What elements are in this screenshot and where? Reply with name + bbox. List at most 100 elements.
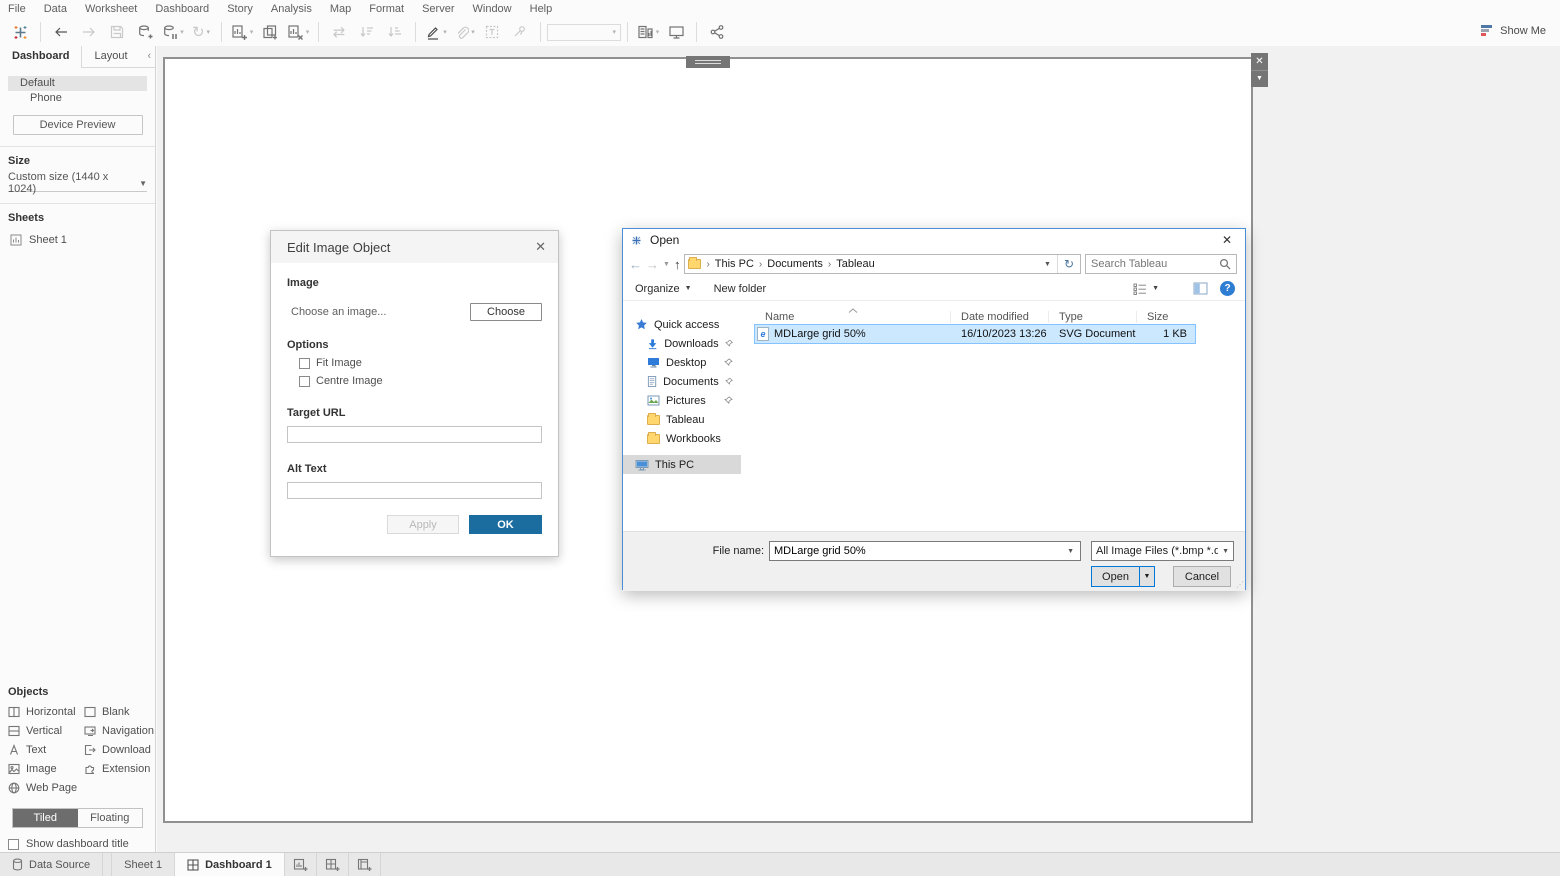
- device-preview-button[interactable]: Device Preview: [13, 115, 143, 135]
- column-size[interactable]: Size: [1137, 311, 1195, 323]
- object-text[interactable]: Text: [8, 740, 84, 759]
- nav-documents[interactable]: Documents: [623, 372, 741, 391]
- presentation-mode-button[interactable]: [664, 20, 688, 44]
- up-icon[interactable]: ↑: [674, 257, 681, 272]
- new-folder-button[interactable]: New folder: [714, 283, 767, 295]
- object-horizontal[interactable]: Horizontal: [8, 702, 84, 721]
- nav-desktop[interactable]: Desktop: [623, 353, 741, 372]
- object-web-page[interactable]: Web Page: [8, 778, 84, 797]
- device-default-item[interactable]: Default: [8, 76, 147, 91]
- chevron-down-icon[interactable]: ▼: [1061, 548, 1080, 555]
- device-phone-item[interactable]: Phone: [8, 91, 147, 106]
- cancel-button[interactable]: Cancel: [1173, 566, 1231, 587]
- tab-sheet-1[interactable]: Sheet 1: [111, 853, 175, 876]
- redo-button[interactable]: [77, 20, 101, 44]
- menu-data[interactable]: Data: [44, 3, 67, 15]
- menu-map[interactable]: Map: [330, 3, 351, 15]
- show-mark-labels-button[interactable]: [480, 20, 504, 44]
- menu-server[interactable]: Server: [422, 3, 454, 15]
- recent-locations-icon[interactable]: ▼: [663, 261, 670, 268]
- floating-button[interactable]: Floating: [78, 809, 143, 827]
- centre-image-checkbox[interactable]: [299, 376, 310, 387]
- tab-layout[interactable]: Layout: [82, 46, 139, 67]
- menu-story[interactable]: Story: [227, 3, 253, 15]
- swap-rows-columns-button[interactable]: ⇄: [327, 20, 351, 44]
- sheet-list-item[interactable]: Sheet 1: [0, 226, 155, 246]
- nav-quick-access[interactable]: Quick access: [623, 315, 741, 334]
- show-hide-cards-button[interactable]: ▾: [636, 20, 660, 44]
- choose-button[interactable]: Choose: [470, 303, 542, 321]
- column-name[interactable]: Name: [755, 311, 951, 323]
- fix-axes-button[interactable]: [508, 20, 532, 44]
- zone-remove-icon[interactable]: ✕: [1251, 53, 1268, 70]
- new-story-tab-button[interactable]: [349, 853, 381, 876]
- search-input[interactable]: [1091, 258, 1209, 270]
- object-navigation[interactable]: Navigation: [84, 721, 154, 740]
- nav-downloads[interactable]: Downloads: [623, 334, 741, 353]
- tiled-button[interactable]: Tiled: [13, 809, 78, 827]
- tab-data-source[interactable]: Data Source: [0, 853, 103, 876]
- open-button[interactable]: Open: [1092, 567, 1139, 586]
- column-type[interactable]: Type: [1049, 311, 1137, 323]
- object-vertical[interactable]: Vertical: [8, 721, 84, 740]
- object-blank[interactable]: Blank: [84, 702, 154, 721]
- object-download[interactable]: Download: [84, 740, 154, 759]
- refresh-data-button[interactable]: ↻▾: [189, 20, 213, 44]
- object-extension[interactable]: Extension: [84, 759, 154, 778]
- new-worksheet-tab-button[interactable]: [285, 853, 317, 876]
- fit-image-checkbox[interactable]: [299, 358, 310, 369]
- save-button[interactable]: [105, 20, 129, 44]
- tab-dashboard[interactable]: Dashboard: [0, 46, 82, 68]
- nav-workbooks-folder[interactable]: Workbooks: [623, 429, 741, 448]
- duplicate-sheet-button[interactable]: [258, 20, 282, 44]
- nav-tableau-folder[interactable]: Tableau: [623, 410, 741, 429]
- view-mode-button[interactable]: ▼: [1133, 283, 1159, 295]
- close-icon[interactable]: ✕: [1213, 233, 1241, 247]
- breadcrumb-documents[interactable]: Documents: [767, 258, 823, 270]
- close-icon[interactable]: ✕: [535, 239, 546, 255]
- collapse-pane-icon[interactable]: ‹: [140, 46, 160, 67]
- show-me-button[interactable]: Show Me: [1480, 24, 1546, 37]
- highlight-button[interactable]: ▾: [424, 20, 448, 44]
- address-dropdown-icon[interactable]: ▼: [1038, 255, 1058, 273]
- breadcrumb-tableau[interactable]: Tableau: [836, 258, 875, 270]
- search-box[interactable]: [1085, 254, 1237, 274]
- object-image[interactable]: Image: [8, 759, 84, 778]
- sort-ascending-button[interactable]: [355, 20, 379, 44]
- sort-descending-button[interactable]: [383, 20, 407, 44]
- file-type-dropdown[interactable]: All Image Files (*.bmp *.dib *.er ▼: [1091, 541, 1234, 561]
- group-members-button[interactable]: ▾: [452, 20, 476, 44]
- menu-worksheet[interactable]: Worksheet: [85, 3, 137, 15]
- file-row-selected[interactable]: e MDLarge grid 50% 16/10/2023 13:26 SVG …: [755, 325, 1195, 343]
- preview-pane-icon[interactable]: [1193, 282, 1208, 295]
- nav-pictures[interactable]: Pictures: [623, 391, 741, 410]
- file-name-input[interactable]: [770, 545, 1061, 557]
- menu-dashboard[interactable]: Dashboard: [155, 3, 209, 15]
- alt-text-input[interactable]: [287, 482, 542, 499]
- apply-button[interactable]: Apply: [387, 515, 459, 534]
- size-dropdown[interactable]: Custom size (1440 x 1024) ▼: [8, 175, 147, 192]
- undo-button[interactable]: [49, 20, 73, 44]
- organize-button[interactable]: Organize▼: [635, 283, 692, 295]
- new-dashboard-tab-button[interactable]: [317, 853, 349, 876]
- forward-icon[interactable]: →: [646, 257, 659, 272]
- new-data-source-button[interactable]: [133, 20, 157, 44]
- refresh-icon[interactable]: ↻: [1058, 257, 1080, 271]
- menu-help[interactable]: Help: [530, 3, 553, 15]
- zone-menu-icon[interactable]: ▼: [1251, 70, 1268, 88]
- breadcrumb-this-pc[interactable]: This PC: [715, 258, 754, 270]
- address-bar[interactable]: › This PC › Documents › Tableau ▼ ↻: [684, 254, 1081, 274]
- column-date-modified[interactable]: Date modified: [951, 311, 1049, 323]
- open-dropdown-icon[interactable]: ▼: [1139, 567, 1154, 586]
- resize-grip[interactable]: ⋰: [1236, 580, 1243, 589]
- ok-button[interactable]: OK: [469, 515, 542, 534]
- target-url-input[interactable]: [287, 426, 542, 443]
- menu-window[interactable]: Window: [473, 3, 512, 15]
- menu-format[interactable]: Format: [369, 3, 404, 15]
- fit-selector-dropdown[interactable]: ▾: [547, 24, 621, 41]
- new-worksheet-button[interactable]: ▾: [230, 20, 254, 44]
- pause-auto-updates-button[interactable]: ▾: [161, 20, 185, 44]
- help-icon[interactable]: ?: [1220, 281, 1235, 296]
- clear-sheet-button[interactable]: ▾: [286, 20, 310, 44]
- tab-dashboard-1[interactable]: Dashboard 1: [175, 853, 285, 876]
